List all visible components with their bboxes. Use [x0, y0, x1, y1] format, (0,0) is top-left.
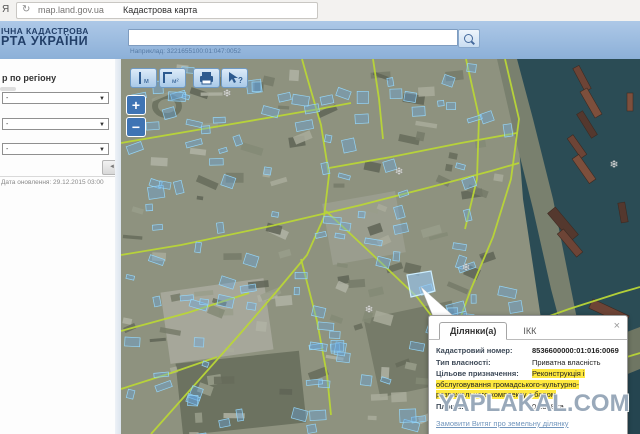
printer-icon	[194, 69, 219, 87]
parcel-links: Замовити Витяг про земельну ділянку Замо…	[429, 415, 627, 434]
screen: Я ↻ map.land.gov.ua Кадастрова карта ІЧН…	[0, 0, 640, 434]
field-label: Площа:	[436, 402, 532, 413]
identify-button[interactable]: ?	[221, 68, 248, 88]
tab-dilyanky[interactable]: Ділянки(а)	[439, 322, 507, 340]
chevron-down-icon: ▼	[99, 93, 105, 105]
parcel-fields: Кадастровий номер:8536600000:01:016:0069…	[429, 340, 627, 415]
site-title: ІЧНА КАДАСТРОВА РТА УКРАЇНИ	[1, 26, 89, 46]
site-header: ІЧНА КАДАСТРОВА РТА УКРАЇНИ Наприклад: 3…	[0, 21, 640, 61]
search-icon	[464, 34, 473, 43]
measure-area-button[interactable]: м²	[159, 68, 186, 88]
refresh-icon[interactable]: ↻	[22, 4, 30, 15]
search-input[interactable]	[128, 29, 458, 46]
field-ownership-type: Тип власності:Приватна власність	[436, 358, 620, 369]
svg-text:м: м	[144, 78, 149, 85]
field-value: 0.1358 га	[532, 402, 564, 411]
region-search-heading: р по регіону	[2, 73, 56, 83]
popup-tabs: Ділянки(а) ІКК ×	[429, 316, 627, 340]
identify-cursor-icon: ?	[222, 69, 247, 87]
site-title-line2: РТА УКРАЇНИ	[1, 36, 89, 46]
data-updated-label: Дата оновлення: 29.12.2015 03:00	[1, 179, 104, 186]
zoom-in-button[interactable]: +	[126, 95, 146, 115]
svg-text:❄: ❄	[394, 166, 403, 178]
measure-line-icon: м	[131, 69, 156, 87]
page-title: Кадастрова карта	[123, 5, 197, 15]
measure-line-button[interactable]: м	[130, 68, 157, 88]
select-value: -	[6, 95, 8, 102]
url-text: map.land.gov.ua	[38, 5, 104, 15]
region-label	[0, 87, 16, 91]
search-hint: Наприклад: 3221655100:01:047:0052	[130, 48, 241, 55]
divider	[0, 176, 115, 177]
parcel-info-popup: Ділянки(а) ІКК × Кадастровий номер:85366…	[428, 315, 628, 434]
close-icon[interactable]: ×	[614, 321, 620, 331]
field-label: Тип власності:	[436, 358, 532, 369]
region-select-rayon[interactable]: - ▼	[2, 118, 109, 130]
browser-fragment: Я	[2, 4, 9, 15]
map[interactable]: ❄ ❄ ❄ ❄ ❄ м м² ?	[121, 59, 640, 434]
svg-text:❄: ❄	[364, 304, 373, 316]
field-cadastral-number: Кадастровий номер:8536600000:01:016:0069	[436, 346, 620, 357]
chevron-left-icon: ▼	[99, 144, 105, 156]
tab-ikk[interactable]: ІКК	[523, 323, 536, 339]
svg-text:❄: ❄	[609, 159, 618, 171]
region-select-oblast[interactable]: - ▼	[2, 92, 109, 104]
field-purpose: Цільове призначення:Реконструкція і обсл…	[436, 369, 620, 401]
search-button[interactable]	[458, 29, 480, 48]
print-button[interactable]	[193, 68, 220, 88]
zoom-out-button[interactable]: −	[126, 117, 146, 137]
chevron-down-icon: ▼	[99, 119, 105, 131]
svg-text:?: ?	[238, 76, 243, 85]
field-label: Цільове призначення:	[436, 369, 532, 380]
browser-bar: Я ↻ map.land.gov.ua Кадастрова карта	[0, 0, 640, 22]
field-label: Кадастровий номер:	[436, 346, 532, 357]
field-area: Площа:0.1358 га	[436, 402, 620, 413]
svg-text:❄: ❄	[461, 262, 470, 274]
select-value: -	[6, 121, 8, 128]
select-value: -	[6, 146, 8, 153]
sidebar: р по регіону - ▼ - ▼ - ▼ ◄ Дата оновленн…	[0, 59, 115, 434]
measure-area-icon: м²	[160, 69, 185, 87]
svg-text:м²: м²	[172, 78, 179, 85]
order-extract-link[interactable]: Замовити Витяг про земельну ділянку	[436, 419, 620, 428]
address-bar[interactable]: ↻ map.land.gov.ua Кадастрова карта	[16, 2, 318, 19]
field-value: Приватна власність	[532, 358, 601, 367]
region-select-rada[interactable]: - ▼	[2, 143, 109, 155]
field-value: 8536600000:01:016:0069	[532, 346, 619, 355]
svg-text:❄: ❄	[222, 88, 231, 100]
